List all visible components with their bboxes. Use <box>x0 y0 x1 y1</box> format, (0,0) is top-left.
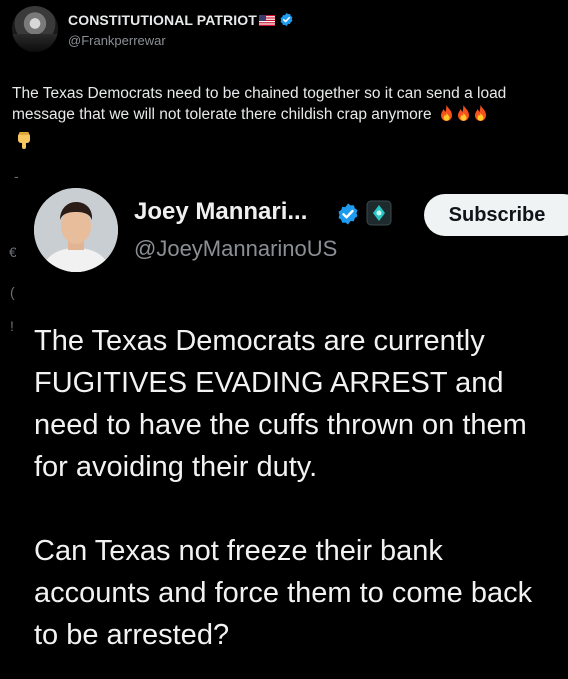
author-handle[interactable]: @Frankperrewar <box>68 33 166 48</box>
verified-badge-icon <box>338 203 358 225</box>
subscribe-button[interactable]: Subscribe <box>424 194 568 236</box>
badge-row <box>336 200 392 231</box>
quoted-author-avatar[interactable] <box>34 188 118 272</box>
quoted-post-card[interactable]: Joey Mannari... @JoeyMannarinoUS Subscri… <box>16 178 568 679</box>
emoji-row <box>436 104 487 125</box>
quoted-author-name[interactable]: Joey Mannari... <box>134 198 307 226</box>
fire-icon <box>440 105 452 122</box>
pointing-down-icon <box>18 132 30 149</box>
fire-icon <box>474 105 486 122</box>
quoted-post-text: The Texas Democrats are currently FUGITI… <box>34 320 554 656</box>
verified-badge-icon <box>279 12 294 30</box>
fire-icon <box>457 105 469 122</box>
us-flag-icon <box>258 13 275 29</box>
post-text-body: The Texas Democrats need to be chained t… <box>12 85 507 123</box>
quoted-paragraph: The Texas Democrats are currently FUGITI… <box>34 325 527 483</box>
affiliate-badge-icon <box>366 200 392 226</box>
post-text: The Texas Democrats need to be chained t… <box>12 83 560 125</box>
stray-char: ! <box>10 318 14 334</box>
author-name-row[interactable]: CONSTITUTIONAL PATRIOT <box>68 12 294 30</box>
quoted-author-handle[interactable]: @JoeyMannarinoUS <box>134 236 337 262</box>
quoted-paragraph: Can Texas not freeze their bank accounts… <box>34 535 533 651</box>
stray-char: ( <box>10 284 15 300</box>
author-avatar[interactable] <box>12 6 58 52</box>
author-name[interactable]: CONSTITUTIONAL PATRIOT <box>68 12 257 28</box>
